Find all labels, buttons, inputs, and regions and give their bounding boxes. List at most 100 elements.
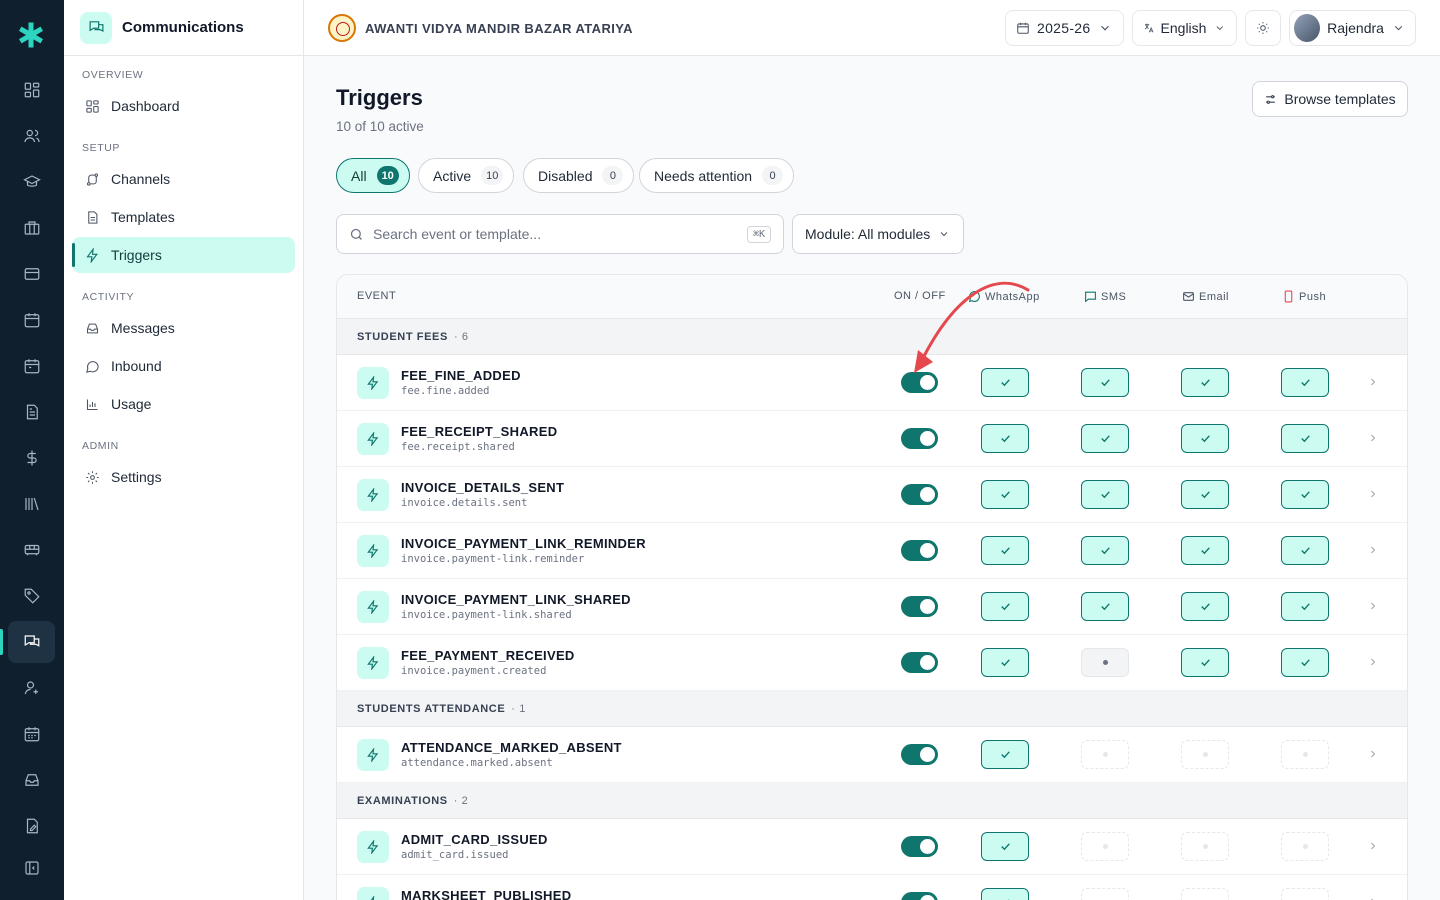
table-row[interactable]: INVOICE_PAYMENT_LINK_SHARED invoice.paym… <box>337 579 1407 635</box>
channel-whatsapp-enabled[interactable] <box>981 536 1029 565</box>
channel-push-enabled[interactable] <box>1281 648 1329 677</box>
user-menu[interactable]: Rajendra <box>1289 10 1416 46</box>
rail-collapse-icon[interactable] <box>8 847 55 889</box>
channel-sms-unavailable[interactable] <box>1081 832 1129 861</box>
channel-whatsapp-enabled[interactable] <box>981 888 1029 900</box>
sidebar-item-templates[interactable]: Templates <box>72 199 295 235</box>
channel-whatsapp-enabled[interactable] <box>981 740 1029 769</box>
rail-building-icon[interactable] <box>8 207 55 249</box>
chevron-right-icon[interactable] <box>1367 748 1379 760</box>
tab-all[interactable]: All 10 <box>336 158 410 193</box>
channel-sms-disabled[interactable] <box>1081 648 1129 677</box>
event-toggle[interactable] <box>901 652 938 673</box>
module-filter-select[interactable]: Module: All modules <box>792 214 964 254</box>
channel-sms-unavailable[interactable] <box>1081 740 1129 769</box>
tab-disabled[interactable]: Disabled 0 <box>523 158 635 193</box>
chevron-right-icon[interactable] <box>1367 376 1379 388</box>
channel-email-unavailable[interactable] <box>1181 888 1229 900</box>
event-toggle[interactable] <box>901 596 938 617</box>
channel-email-enabled[interactable] <box>1181 368 1229 397</box>
rail-tag-icon[interactable] <box>8 575 55 617</box>
event-toggle[interactable] <box>901 540 938 561</box>
channel-push-enabled[interactable] <box>1281 592 1329 621</box>
channel-push-unavailable[interactable] <box>1281 832 1329 861</box>
channel-push-enabled[interactable] <box>1281 424 1329 453</box>
channel-whatsapp-enabled[interactable] <box>981 832 1029 861</box>
table-row[interactable]: FEE_RECEIPT_SHARED fee.receipt.shared <box>337 411 1407 467</box>
tab-active[interactable]: Active 10 <box>418 158 515 193</box>
event-toggle[interactable] <box>901 428 938 449</box>
rail-library-icon[interactable] <box>8 483 55 525</box>
sidebar-item-inbound[interactable]: Inbound <box>72 348 295 384</box>
channel-sms-enabled[interactable] <box>1081 424 1129 453</box>
chevron-right-icon[interactable] <box>1367 840 1379 852</box>
chevron-right-icon[interactable] <box>1367 656 1379 668</box>
channel-email-enabled[interactable] <box>1181 592 1229 621</box>
chevron-right-icon[interactable] <box>1367 488 1379 500</box>
channel-push-unavailable[interactable] <box>1281 740 1329 769</box>
table-row[interactable]: INVOICE_PAYMENT_LINK_REMINDER invoice.pa… <box>337 523 1407 579</box>
chevron-right-icon[interactable] <box>1367 544 1379 556</box>
app-logo-icon[interactable] <box>16 20 46 50</box>
rail-communications-icon[interactable] <box>0 621 55 663</box>
table-row[interactable]: FEE_FINE_ADDED fee.fine.added <box>337 355 1407 411</box>
event-toggle[interactable] <box>901 744 938 765</box>
channel-email-enabled[interactable] <box>1181 648 1229 677</box>
sidebar-item-messages[interactable]: Messages <box>72 310 295 346</box>
sidebar-item-triggers[interactable]: Triggers <box>72 237 295 273</box>
channel-whatsapp-enabled[interactable] <box>981 592 1029 621</box>
sidebar-item-channels[interactable]: Channels <box>72 161 295 197</box>
event-toggle[interactable] <box>901 836 938 857</box>
rail-inbox-icon[interactable] <box>8 759 55 801</box>
language-select[interactable]: English <box>1132 10 1237 46</box>
channel-sms-enabled[interactable] <box>1081 592 1129 621</box>
channel-push-enabled[interactable] <box>1281 368 1329 397</box>
chevron-right-icon[interactable] <box>1367 432 1379 444</box>
browse-templates-button[interactable]: Browse templates <box>1252 81 1408 117</box>
theme-toggle-button[interactable] <box>1245 10 1281 46</box>
rail-dashboard-icon[interactable] <box>8 69 55 111</box>
channel-sms-enabled[interactable] <box>1081 480 1129 509</box>
channel-email-unavailable[interactable] <box>1181 740 1229 769</box>
chevron-right-icon[interactable] <box>1367 600 1379 612</box>
channel-push-unavailable[interactable] <box>1281 888 1329 900</box>
channel-email-enabled[interactable] <box>1181 536 1229 565</box>
academic-year-select[interactable]: 2025-26 <box>1005 10 1124 46</box>
channel-whatsapp-enabled[interactable] <box>981 480 1029 509</box>
rail-file-edit-icon[interactable] <box>8 805 55 847</box>
rail-calendar-icon[interactable] <box>8 299 55 341</box>
chevron-right-icon[interactable] <box>1367 896 1379 900</box>
table-row[interactable]: ADMIT_CARD_ISSUED admit_card.issued <box>337 819 1407 875</box>
channel-push-enabled[interactable] <box>1281 536 1329 565</box>
channel-email-enabled[interactable] <box>1181 424 1229 453</box>
table-row[interactable]: INVOICE_DETAILS_SENT invoice.details.sen… <box>337 467 1407 523</box>
table-row[interactable]: MARKSHEET_PUBLISHED <box>337 875 1407 900</box>
rail-timetable-icon[interactable] <box>8 713 55 755</box>
channel-email-unavailable[interactable] <box>1181 832 1229 861</box>
channel-email-enabled[interactable] <box>1181 480 1229 509</box>
event-toggle[interactable] <box>901 372 938 393</box>
sidebar-item-usage[interactable]: Usage <box>72 386 295 422</box>
rail-bus-icon[interactable] <box>8 529 55 571</box>
channel-whatsapp-enabled[interactable] <box>981 648 1029 677</box>
sidebar-item-dashboard[interactable]: Dashboard <box>72 88 295 124</box>
tab-needs-attention[interactable]: Needs attention 0 <box>639 158 795 193</box>
channel-sms-enabled[interactable] <box>1081 536 1129 565</box>
rail-schedule-icon[interactable] <box>8 345 55 387</box>
event-toggle[interactable] <box>901 484 938 505</box>
sidebar-item-settings[interactable]: Settings <box>72 459 295 495</box>
channel-whatsapp-enabled[interactable] <box>981 368 1029 397</box>
search-input[interactable] <box>373 226 747 242</box>
rail-users-icon[interactable] <box>8 115 55 157</box>
rail-user-settings-icon[interactable] <box>8 667 55 709</box>
channel-push-enabled[interactable] <box>1281 480 1329 509</box>
rail-dollar-icon[interactable] <box>8 437 55 479</box>
channel-whatsapp-enabled[interactable] <box>981 424 1029 453</box>
rail-graduation-icon[interactable] <box>8 161 55 203</box>
channel-sms-unavailable[interactable] <box>1081 888 1129 900</box>
rail-document-icon[interactable] <box>8 391 55 433</box>
table-row[interactable]: FEE_PAYMENT_RECEIVED invoice.payment.cre… <box>337 635 1407 691</box>
event-toggle[interactable] <box>901 892 938 900</box>
table-row[interactable]: ATTENDANCE_MARKED_ABSENT attendance.mark… <box>337 727 1407 783</box>
rail-card-icon[interactable] <box>8 253 55 295</box>
